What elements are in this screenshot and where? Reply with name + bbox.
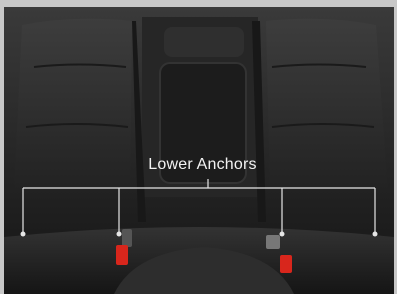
anchor-point-3 xyxy=(279,231,285,237)
seat-photo: Lower Anchors xyxy=(0,0,397,294)
lower-anchors-label: Lower Anchors xyxy=(148,156,257,173)
anchor-point-1 xyxy=(20,231,26,237)
seat-cushion xyxy=(4,227,394,294)
rear-seat-illustration xyxy=(4,7,394,294)
anchor-point-4 xyxy=(372,231,378,237)
anchor-point-2 xyxy=(116,231,122,237)
